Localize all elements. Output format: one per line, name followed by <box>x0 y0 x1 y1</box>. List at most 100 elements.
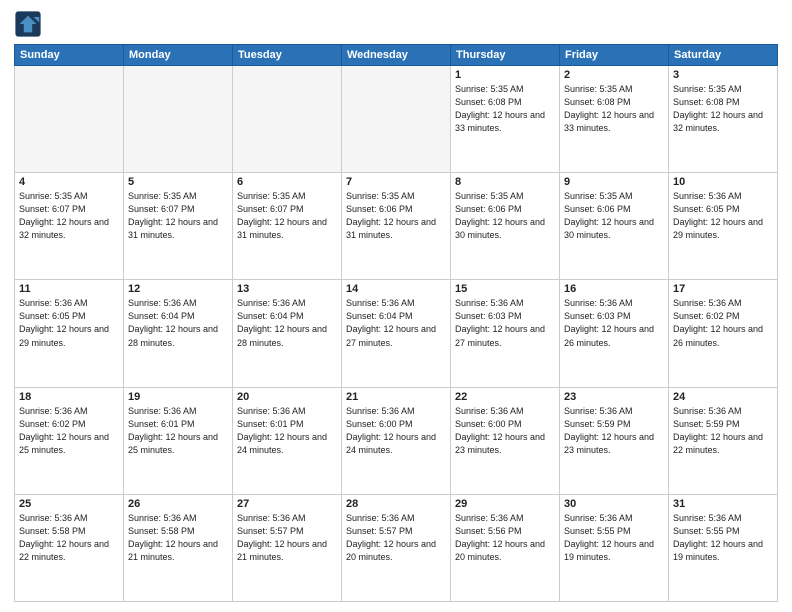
header <box>14 10 778 38</box>
day-cell: 26Sunrise: 5:36 AMSunset: 5:58 PMDayligh… <box>124 494 233 601</box>
day-info: Sunrise: 5:36 AMSunset: 6:05 PMDaylight:… <box>673 190 773 242</box>
day-number: 31 <box>673 498 773 510</box>
day-cell: 23Sunrise: 5:36 AMSunset: 5:59 PMDayligh… <box>560 387 669 494</box>
day-info: Sunrise: 5:36 AMSunset: 5:59 PMDaylight:… <box>564 405 664 457</box>
day-info: Sunrise: 5:36 AMSunset: 6:05 PMDaylight:… <box>19 297 119 349</box>
day-number: 1 <box>455 69 555 81</box>
day-info: Sunrise: 5:36 AMSunset: 5:55 PMDaylight:… <box>564 512 664 564</box>
day-info: Sunrise: 5:35 AMSunset: 6:06 PMDaylight:… <box>455 190 555 242</box>
day-cell: 29 Sunrise: 5:36 AMSunset: 5:56 PMDayligh… <box>451 494 560 601</box>
day-cell: 31 Sunrise: 5:36 AMSunset: 5:55 PMDayligh… <box>669 494 778 601</box>
day-cell <box>233 66 342 173</box>
day-number: 22 <box>455 391 555 403</box>
day-info: Sunrise: 5:35 AMSunset: 6:07 PMDaylight:… <box>19 190 119 242</box>
day-cell: 2 Sunrise: 5:35 AMSunset: 6:08 PMDaylight… <box>560 66 669 173</box>
day-info: Sunrise: 5:35 AMSunset: 6:07 PMDaylight:… <box>128 190 228 242</box>
day-number: 18 <box>19 391 119 403</box>
weekday-header-saturday: Saturday <box>669 45 778 66</box>
week-row-3: 18Sunrise: 5:36 AMSunset: 6:02 PMDayligh… <box>15 387 778 494</box>
day-number: 14 <box>346 283 446 295</box>
week-row-2: 11 Sunrise: 5:36 AMSunset: 6:05 PMDayligh… <box>15 280 778 387</box>
day-info: Sunrise: 5:36 AMSunset: 6:04 PMDaylight:… <box>128 297 228 349</box>
day-info: Sunrise: 5:36 AMSunset: 5:59 PMDaylight:… <box>673 405 773 457</box>
day-number: 21 <box>346 391 446 403</box>
day-cell: 28Sunrise: 5:36 AMSunset: 5:57 PMDayligh… <box>342 494 451 601</box>
day-cell: 13Sunrise: 5:36 AMSunset: 6:04 PMDayligh… <box>233 280 342 387</box>
day-number: 6 <box>237 176 337 188</box>
day-info: Sunrise: 5:35 AMSunset: 6:06 PMDaylight:… <box>346 190 446 242</box>
day-cell: 6 Sunrise: 5:35 AMSunset: 6:07 PMDaylight… <box>233 173 342 280</box>
day-cell: 8 Sunrise: 5:35 AMSunset: 6:06 PMDaylight… <box>451 173 560 280</box>
day-number: 11 <box>19 283 119 295</box>
day-number: 27 <box>237 498 337 510</box>
week-row-0: 1 Sunrise: 5:35 AMSunset: 6:08 PMDaylight… <box>15 66 778 173</box>
day-number: 9 <box>564 176 664 188</box>
day-cell: 1 Sunrise: 5:35 AMSunset: 6:08 PMDaylight… <box>451 66 560 173</box>
day-number: 17 <box>673 283 773 295</box>
calendar-body: 1 Sunrise: 5:35 AMSunset: 6:08 PMDaylight… <box>15 66 778 602</box>
day-number: 5 <box>128 176 228 188</box>
page: SundayMondayTuesdayWednesdayThursdayFrid… <box>0 0 792 612</box>
day-number: 3 <box>673 69 773 81</box>
day-info: Sunrise: 5:36 AMSunset: 5:58 PMDaylight:… <box>128 512 228 564</box>
day-number: 10 <box>673 176 773 188</box>
day-cell: 5 Sunrise: 5:35 AMSunset: 6:07 PMDaylight… <box>124 173 233 280</box>
day-info: Sunrise: 5:36 AMSunset: 5:55 PMDaylight:… <box>673 512 773 564</box>
day-cell: 24 Sunrise: 5:36 AMSunset: 5:59 PMDayligh… <box>669 387 778 494</box>
day-cell: 10 Sunrise: 5:36 AMSunset: 6:05 PMDayligh… <box>669 173 778 280</box>
day-cell: 25Sunrise: 5:36 AMSunset: 5:58 PMDayligh… <box>15 494 124 601</box>
day-cell: 30 Sunrise: 5:36 AMSunset: 5:55 PMDayligh… <box>560 494 669 601</box>
day-number: 25 <box>19 498 119 510</box>
weekday-header-row: SundayMondayTuesdayWednesdayThursdayFrid… <box>15 45 778 66</box>
day-number: 24 <box>673 391 773 403</box>
day-cell: 17 Sunrise: 5:36 AMSunset: 6:02 PMDayligh… <box>669 280 778 387</box>
day-number: 7 <box>346 176 446 188</box>
day-number: 2 <box>564 69 664 81</box>
day-cell <box>15 66 124 173</box>
day-info: Sunrise: 5:36 AMSunset: 6:03 PMDaylight:… <box>455 297 555 349</box>
day-info: Sunrise: 5:36 AMSunset: 6:00 PMDaylight:… <box>455 405 555 457</box>
day-info: Sunrise: 5:36 AMSunset: 5:57 PMDaylight:… <box>237 512 337 564</box>
day-number: 15 <box>455 283 555 295</box>
day-info: Sunrise: 5:36 AMSunset: 6:04 PMDaylight:… <box>237 297 337 349</box>
day-info: Sunrise: 5:35 AMSunset: 6:08 PMDaylight:… <box>564 83 664 135</box>
day-cell: 4 Sunrise: 5:35 AMSunset: 6:07 PMDaylight… <box>15 173 124 280</box>
day-number: 30 <box>564 498 664 510</box>
day-cell: 3 Sunrise: 5:35 AMSunset: 6:08 PMDaylight… <box>669 66 778 173</box>
day-number: 19 <box>128 391 228 403</box>
calendar-table: SundayMondayTuesdayWednesdayThursdayFrid… <box>14 44 778 602</box>
day-info: Sunrise: 5:36 AMSunset: 6:04 PMDaylight:… <box>346 297 446 349</box>
day-number: 29 <box>455 498 555 510</box>
weekday-header-sunday: Sunday <box>15 45 124 66</box>
day-info: Sunrise: 5:36 AMSunset: 6:00 PMDaylight:… <box>346 405 446 457</box>
day-info: Sunrise: 5:36 AMSunset: 6:03 PMDaylight:… <box>564 297 664 349</box>
day-cell: 7 Sunrise: 5:35 AMSunset: 6:06 PMDaylight… <box>342 173 451 280</box>
day-cell: 16 Sunrise: 5:36 AMSunset: 6:03 PMDayligh… <box>560 280 669 387</box>
day-info: Sunrise: 5:35 AMSunset: 6:07 PMDaylight:… <box>237 190 337 242</box>
day-number: 16 <box>564 283 664 295</box>
weekday-header-monday: Monday <box>124 45 233 66</box>
day-cell: 18Sunrise: 5:36 AMSunset: 6:02 PMDayligh… <box>15 387 124 494</box>
day-info: Sunrise: 5:35 AMSunset: 6:06 PMDaylight:… <box>564 190 664 242</box>
day-info: Sunrise: 5:36 AMSunset: 6:01 PMDaylight:… <box>237 405 337 457</box>
weekday-header-friday: Friday <box>560 45 669 66</box>
weekday-header-wednesday: Wednesday <box>342 45 451 66</box>
day-cell: 22 Sunrise: 5:36 AMSunset: 6:00 PMDayligh… <box>451 387 560 494</box>
day-cell: 15 Sunrise: 5:36 AMSunset: 6:03 PMDayligh… <box>451 280 560 387</box>
day-info: Sunrise: 5:36 AMSunset: 5:56 PMDaylight:… <box>455 512 555 564</box>
day-number: 8 <box>455 176 555 188</box>
day-cell: 21 Sunrise: 5:36 AMSunset: 6:00 PMDayligh… <box>342 387 451 494</box>
week-row-1: 4 Sunrise: 5:35 AMSunset: 6:07 PMDaylight… <box>15 173 778 280</box>
day-cell <box>342 66 451 173</box>
day-info: Sunrise: 5:36 AMSunset: 6:02 PMDaylight:… <box>673 297 773 349</box>
day-info: Sunrise: 5:35 AMSunset: 6:08 PMDaylight:… <box>455 83 555 135</box>
day-cell: 9 Sunrise: 5:35 AMSunset: 6:06 PMDaylight… <box>560 173 669 280</box>
day-number: 20 <box>237 391 337 403</box>
day-number: 4 <box>19 176 119 188</box>
day-number: 28 <box>346 498 446 510</box>
logo <box>14 10 46 38</box>
day-cell: 20 Sunrise: 5:36 AMSunset: 6:01 PMDayligh… <box>233 387 342 494</box>
day-info: Sunrise: 5:35 AMSunset: 6:08 PMDaylight:… <box>673 83 773 135</box>
logo-icon <box>14 10 42 38</box>
day-cell: 14 Sunrise: 5:36 AMSunset: 6:04 PMDayligh… <box>342 280 451 387</box>
